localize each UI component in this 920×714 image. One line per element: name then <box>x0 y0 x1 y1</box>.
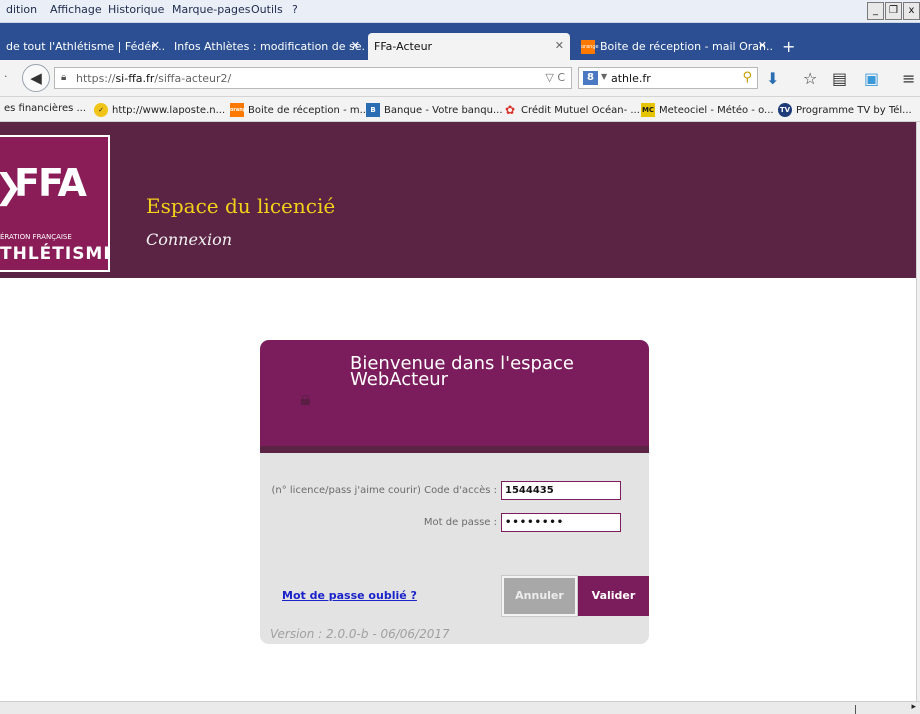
orange-icon: orange <box>230 103 250 117</box>
close-window-button[interactable]: x <box>903 2 920 20</box>
menu-item-outils[interactable]: Outils <box>251 3 283 16</box>
menu-item-historique[interactable]: Historique <box>108 3 164 16</box>
login-divider <box>260 446 649 453</box>
cancel-button[interactable]: Annuler <box>501 575 578 617</box>
forgot-password-link[interactable]: Mot de passe oublié ? <box>282 589 417 602</box>
download-icon[interactable]: ⬇ <box>766 69 779 88</box>
access-code-input[interactable]: 1544435 <box>501 481 621 500</box>
lock-icon: 🔒︎ <box>61 72 67 83</box>
bookmarks-bar: es financières ... ✓ http://www.laposte.n… <box>0 97 920 122</box>
horizontal-scrollbar[interactable]: ▸ <box>0 701 920 714</box>
tab-label: Infos Athlètes : modification de se... <box>174 40 366 53</box>
login-header: 🔒︎ Bienvenue dans l'espace WebActeur <box>260 340 649 446</box>
menu-hamburger-icon[interactable]: ≡ <box>902 69 915 88</box>
tab-mail-orange[interactable]: orange Boite de réception - mail Oran...… <box>575 33 773 60</box>
vertical-scrollbar[interactable] <box>916 122 920 701</box>
tab-label: Boite de réception - mail Oran... <box>600 40 773 53</box>
search-icon[interactable]: ⚲ <box>742 70 752 85</box>
navigation-bar: · ◀ 🔒︎ https://si-ffa.fr/siffa-acteur2/ … <box>0 60 920 97</box>
bookmark-star-icon[interactable]: ☆ <box>803 69 817 88</box>
login-form: (n° licence/pass j'aime courir) Code d'a… <box>260 453 649 644</box>
scroll-right-arrow-icon[interactable]: ▸ <box>911 702 916 712</box>
close-tab-icon[interactable]: ✕ <box>758 39 767 52</box>
weather-addon-icon[interactable]: ▣ <box>864 69 879 88</box>
bookmark-item[interactable]: ✿ Crédit Mutuel Océan- ... <box>503 103 640 117</box>
tab-ffa-acteur[interactable]: FFa-Acteur ✕ <box>368 33 570 60</box>
tab-athletisme[interactable]: de tout l'Athlétisme | Fédér... ✕ <box>0 33 166 60</box>
bank-icon: B <box>366 103 380 117</box>
bookmark-item[interactable]: ✓ http://www.laposte.n... <box>94 103 225 117</box>
bookmarks-menu-icon[interactable]: ▤ <box>832 69 847 88</box>
bookmark-item[interactable]: es financières ... <box>4 103 86 114</box>
access-code-label: (n° licence/pass j'aime courir) Code d'a… <box>271 485 497 496</box>
login-panel: 🔒︎ Bienvenue dans l'espace WebActeur (n°… <box>260 340 649 644</box>
tab-label: FFa-Acteur <box>374 40 433 53</box>
search-engine-icon[interactable]: 8 <box>583 71 598 85</box>
login-title: Bienvenue dans l'espace WebActeur <box>350 353 574 390</box>
close-tab-icon[interactable]: ✕ <box>555 39 564 52</box>
tab-label: de tout l'Athlétisme | Fédér... <box>6 40 166 53</box>
search-bar[interactable]: 8 ▼ athle.fr ⚲ <box>578 67 758 89</box>
search-input[interactable]: athle.fr <box>611 72 651 85</box>
chevron-down-icon: ▼ <box>601 72 608 81</box>
site-header: ❯ FFA ÉRATION FRANÇAISE THLÉTISME Espace… <box>0 122 920 278</box>
bookmark-item[interactable]: orange Boite de réception - m... <box>230 103 369 117</box>
lock-icon: 🔒︎ <box>300 386 311 410</box>
back-arrow-icon: ◀ <box>30 69 42 87</box>
reload-icon[interactable]: ▽ C <box>545 71 565 84</box>
window-controls: _ ❐ x <box>867 2 920 20</box>
tv-icon: TV <box>778 103 792 117</box>
menu-item-help[interactable]: ? <box>292 3 298 16</box>
ffa-logo[interactable]: ❯ FFA ÉRATION FRANÇAISE THLÉTISME <box>0 135 110 272</box>
menu-item-affichage[interactable]: Affichage <box>50 3 102 16</box>
site-subtitle: Connexion <box>146 230 233 249</box>
submit-button[interactable]: Valider <box>578 576 649 616</box>
meteociel-icon: MC <box>641 103 655 117</box>
tab-strip: de tout l'Athlétisme | Fédér... ✕ Infos … <box>0 23 920 60</box>
logo-federation-text: ÉRATION FRANÇAISE <box>0 233 72 241</box>
restore-button[interactable]: ❐ <box>885 2 902 20</box>
close-tab-icon[interactable]: ✕ <box>351 39 360 52</box>
menu-item-marque-pages[interactable]: Marque-pages <box>172 3 250 16</box>
bookmark-item[interactable]: TV Programme TV by Tél... <box>778 103 912 117</box>
credit-mutuel-icon: ✿ <box>504 103 516 117</box>
url-bar[interactable]: 🔒︎ https://si-ffa.fr/siffa-acteur2/ ▽ C <box>54 67 572 89</box>
bookmark-item[interactable]: B Banque - Votre banqu... <box>366 103 503 117</box>
logo-mark: FFA <box>14 161 87 205</box>
password-label: Mot de passe : <box>423 517 497 528</box>
site-title: Espace du licencié <box>146 194 336 218</box>
orange-favicon-icon: orange <box>581 39 599 54</box>
menu-bar: dition Affichage Historique Marque-pages… <box>0 0 920 23</box>
tab-infos-athletes[interactable]: Infos Athlètes : modification de se... ✕ <box>168 33 366 60</box>
password-input[interactable]: •••••••• <box>501 513 621 532</box>
back-button[interactable]: ◀ <box>22 64 50 92</box>
menu-item-edition[interactable]: dition <box>6 3 37 16</box>
logo-athletisme-text: THLÉTISME <box>0 244 110 264</box>
new-tab-button[interactable]: + <box>782 37 795 56</box>
url-text: https://si-ffa.fr/siffa-acteur2/ <box>76 72 232 85</box>
toolbar-edge: · <box>4 70 8 83</box>
close-tab-icon[interactable]: ✕ <box>151 39 160 52</box>
version-text: Version : 2.0.0-b - 06/06/2017 <box>270 627 450 641</box>
minimize-button[interactable]: _ <box>867 2 884 20</box>
laposte-icon: ✓ <box>94 103 108 117</box>
bookmark-item[interactable]: MC Meteociel - Météo - o... <box>641 103 774 117</box>
